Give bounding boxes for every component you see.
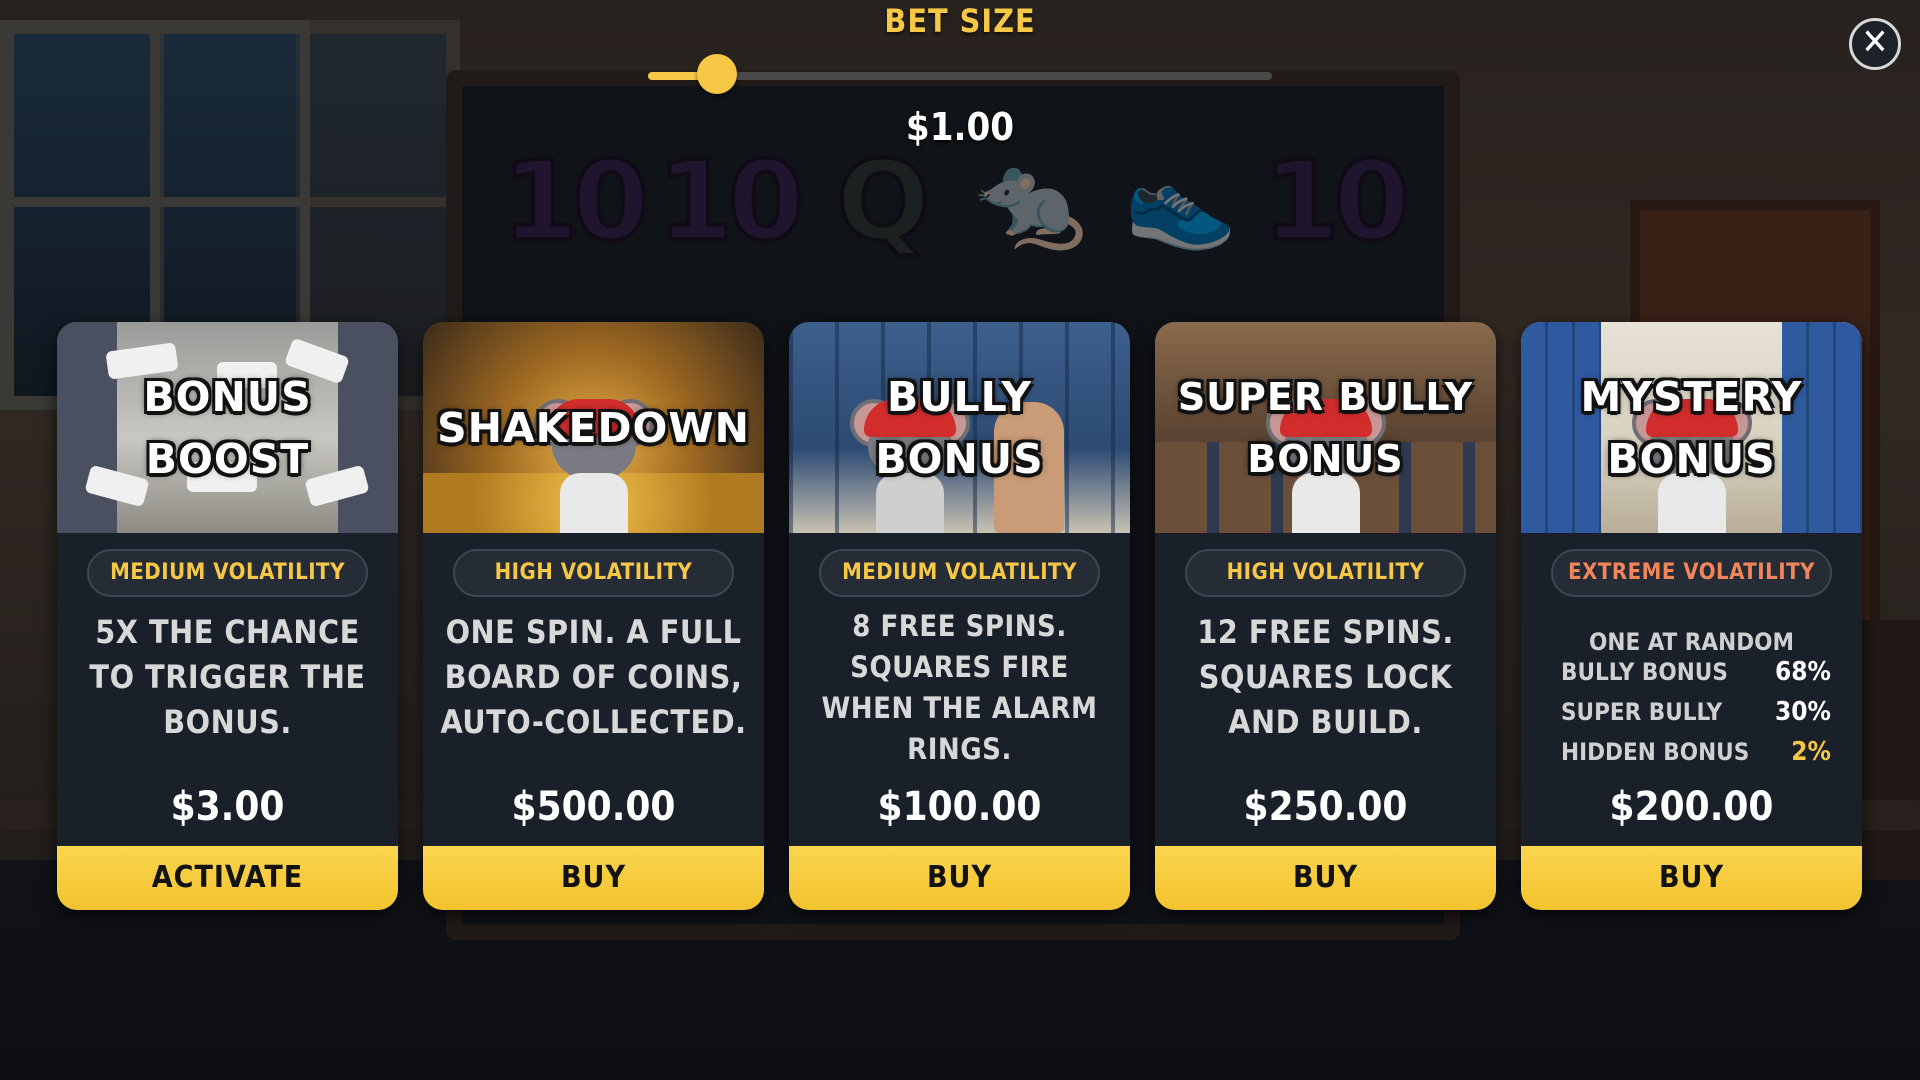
card-description: ONE SPIN. A FULL BOARD OF COINS, AUTO-CO… <box>440 613 747 741</box>
odds-table: BULLY BONUS 68% SUPER BULLY 30% HIDDEN B… <box>1561 652 1831 772</box>
odds-row: SUPER BULLY 30% <box>1561 692 1831 732</box>
bet-amount: $1.00 <box>905 105 1015 149</box>
bonus-buy-cards: BONUS BOOST MEDIUM VOLATILITY 5X THE CHA… <box>57 322 1863 910</box>
close-icon: ✕ <box>1861 22 1889 63</box>
bonus-card-super-bully-bonus: SUPER BULLY BONUS HIGH VOLATILITY 12 FRE… <box>1155 322 1496 910</box>
volatility-badge: MEDIUM VOLATILITY <box>819 549 1100 597</box>
buy-button[interactable]: BUY <box>1155 846 1496 910</box>
card-price: $500.00 <box>511 784 676 830</box>
odds-percent: 2% <box>1791 737 1831 767</box>
volatility-badge: HIGH VOLATILITY <box>453 549 734 597</box>
bonus-card-bully-bonus: BULLY BONUS MEDIUM VOLATILITY 8 FREE SPI… <box>789 322 1130 910</box>
card-title: MYSTERY BONUS <box>1580 372 1803 483</box>
card-price: $3.00 <box>170 784 285 830</box>
volatility-badge: EXTREME VOLATILITY <box>1551 549 1832 597</box>
card-description: 12 FREE SPINS. SQUARES LOCK AND BUILD. <box>1197 613 1454 741</box>
buy-button[interactable]: BUY <box>789 846 1130 910</box>
bet-size-slider[interactable] <box>648 54 1272 94</box>
buy-button[interactable]: BUY <box>1521 846 1862 910</box>
bonus-card-shakedown: SHAKEDOWN HIGH VOLATILITY ONE SPIN. A FU… <box>423 322 764 910</box>
bonus-card-bonus-boost: BONUS BOOST MEDIUM VOLATILITY 5X THE CHA… <box>57 322 398 910</box>
volatility-badge: HIGH VOLATILITY <box>1185 549 1466 597</box>
card-description: 8 FREE SPINS. SQUARES FIRE WHEN THE ALAR… <box>821 609 1098 766</box>
card-title: SHAKEDOWN <box>437 403 750 452</box>
odds-label: BULLY BONUS <box>1561 658 1728 686</box>
card-title: SUPER BULLY BONUS <box>1177 374 1474 481</box>
card-title: BULLY BONUS <box>875 372 1044 483</box>
activate-button[interactable]: ACTIVATE <box>57 846 398 910</box>
odds-percent: 68% <box>1775 657 1831 687</box>
bet-slider-thumb[interactable] <box>696 54 737 94</box>
close-button[interactable]: ✕ <box>1849 18 1901 70</box>
bet-size-title: BET SIZE <box>884 2 1036 40</box>
odds-label: SUPER BULLY <box>1561 698 1723 726</box>
card-price: $250.00 <box>1243 784 1408 830</box>
odds-percent: 30% <box>1775 697 1831 727</box>
buy-button[interactable]: BUY <box>423 846 764 910</box>
card-title: BONUS BOOST <box>143 372 312 483</box>
volatility-badge: MEDIUM VOLATILITY <box>87 549 368 597</box>
odds-row: BULLY BONUS 68% <box>1561 652 1831 692</box>
card-price: $100.00 <box>877 784 1042 830</box>
bonus-card-mystery-bonus: MYSTERY BONUS EXTREME VOLATILITY ONE AT … <box>1521 322 1862 910</box>
odds-row: HIDDEN BONUS 2% <box>1561 732 1831 772</box>
card-description: 5X THE CHANCE TO TRIGGER THE BONUS. <box>89 613 366 741</box>
card-price: $200.00 <box>1609 784 1774 830</box>
odds-label: HIDDEN BONUS <box>1561 738 1750 766</box>
